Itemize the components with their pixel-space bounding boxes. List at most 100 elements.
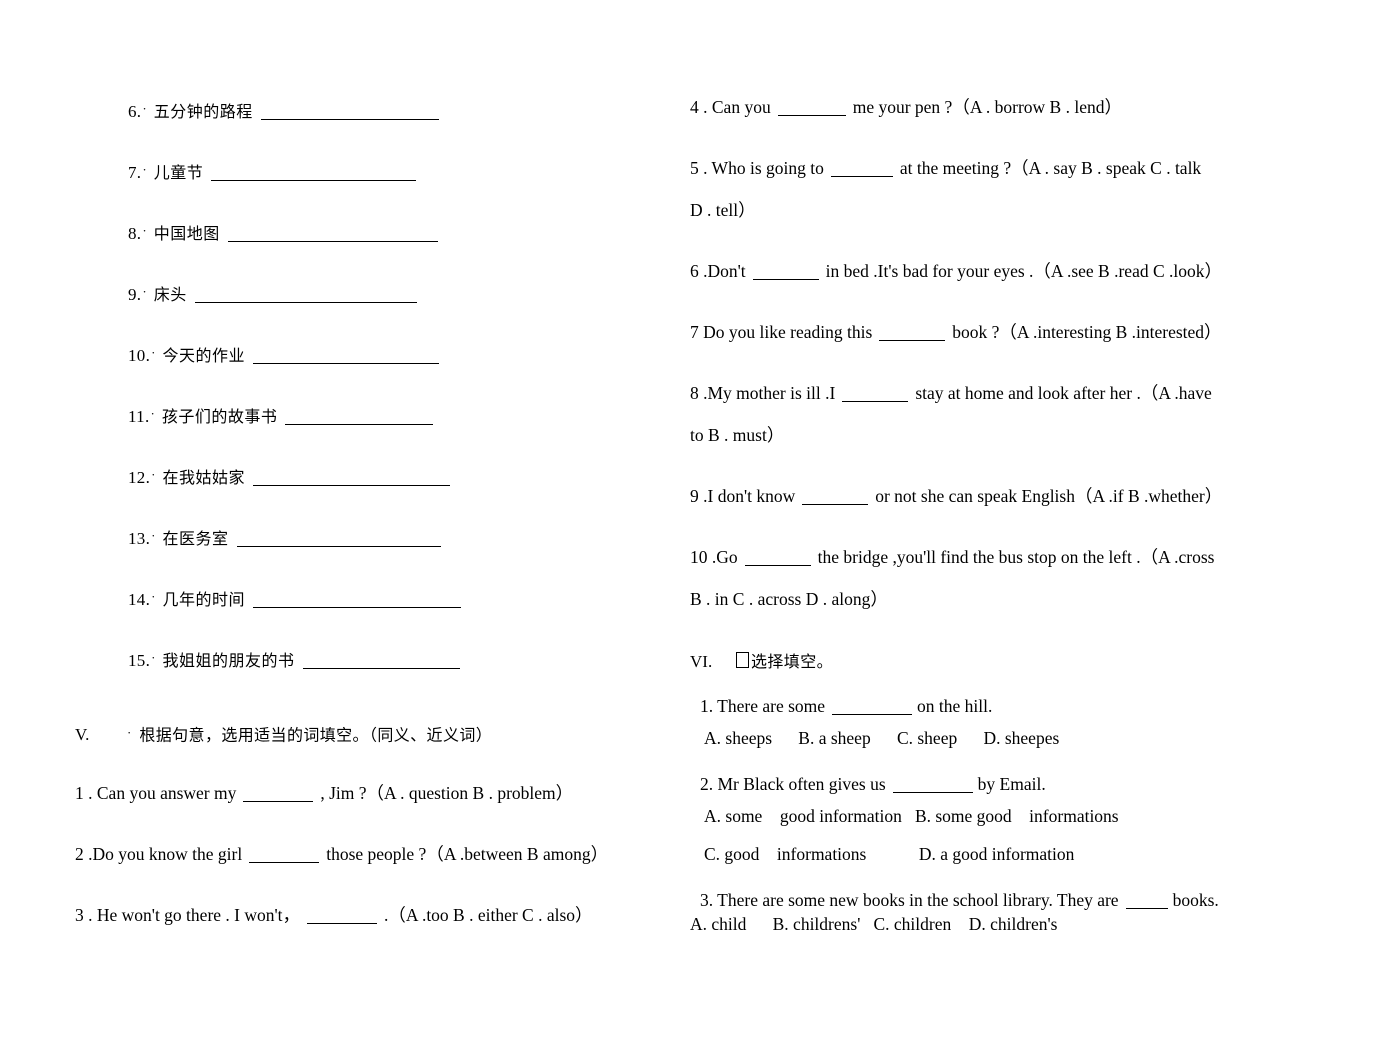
question-text-after-blank: book ?（A .interesting B .interested） — [952, 322, 1222, 342]
question-continuation-line: D . tell） — [690, 200, 756, 220]
bullet-icon: · — [150, 406, 155, 421]
translation-item-prompt: 我姐姐的朋友的书 — [162, 650, 295, 670]
bullet-icon: · — [142, 162, 147, 177]
left-column: 6.· 五分钟的路程 7.· 儿童节 8.· 中国地图 9.· 床头 10.· 今天的作业 11.·… — [75, 96, 715, 965]
question-item: 7 Do you like reading this book ?（A .inte… — [690, 321, 1350, 344]
answer-blank[interactable] — [253, 606, 462, 608]
answer-blank[interactable] — [249, 862, 320, 864]
translation-item-prompt: 儿童节 — [153, 162, 204, 182]
section-vi-question-list: 1. There are some on the hill. A. sheeps B… — [690, 693, 1350, 935]
translation-item-prompt: 在医务室 — [162, 528, 229, 548]
question-text-before-blank: 5 . Who is going to — [690, 158, 824, 178]
answer-blank[interactable] — [752, 279, 819, 280]
answer-blank[interactable] — [243, 801, 314, 803]
translation-item: 14.· 几年的时间 — [75, 584, 715, 645]
translation-item: 6.· 五分钟的路程 — [75, 96, 715, 157]
mc-stem-after-blank: by Email. — [977, 774, 1046, 794]
translation-item: 15.· 我姐姐的朋友的书 — [75, 645, 715, 706]
question-text-before-blank: 6 .Don't — [690, 261, 746, 281]
mc-stem-after-blank: books. — [1172, 890, 1219, 910]
mc-stem-after-blank: on the hill. — [917, 696, 993, 716]
question-text-after-blank: in bed .It's bad for your eyes .（A .see … — [825, 261, 1222, 281]
section-v-numeral: V. — [75, 725, 90, 745]
answer-blank[interactable] — [194, 301, 417, 303]
section-vi-title: 选择填空。 — [751, 652, 834, 671]
answer-blank[interactable] — [802, 504, 869, 505]
missing-glyph-icon — [736, 652, 749, 668]
question-item: 4 . Can you me your pen ?（A . borrow B . … — [690, 96, 1350, 119]
answer-blank[interactable] — [1125, 908, 1168, 909]
answer-blank[interactable] — [285, 423, 434, 425]
bullet-icon: · — [151, 467, 156, 482]
mc-stem-before-blank: 2. Mr Black often gives us — [700, 774, 886, 794]
answer-blank[interactable] — [236, 545, 441, 547]
translation-item-number: 9. — [128, 284, 142, 304]
answer-blank[interactable] — [830, 176, 893, 177]
mc-question-item: 2. Mr Black often gives us by Email. A. so… — [700, 771, 1350, 873]
question-item: 5 . Who is going to at the meeting ?（A . … — [690, 157, 1350, 222]
bullet-icon: · — [151, 650, 156, 665]
answer-blank[interactable] — [227, 240, 438, 242]
answer-blank[interactable] — [260, 118, 439, 120]
question-item: 10 .Go the bridge ,you'll find the bus st… — [690, 546, 1350, 611]
mc-stem-before-blank: 3. There are some new books in the schoo… — [700, 890, 1119, 910]
mc-options-line[interactable]: A. child B. childrens' C. children D. ch… — [690, 913, 1350, 935]
section-v-question-list-left: 1 . Can you answer my , Jim ?（A . questio… — [75, 782, 715, 927]
question-text-before-blank: 2 .Do you know the girl — [75, 844, 243, 865]
section-vi-heading: VI. 选择填空。 — [690, 649, 1350, 675]
question-text-before-blank: 4 . Can you — [690, 97, 771, 117]
answer-blank[interactable] — [302, 667, 460, 669]
translation-item: 10.· 今天的作业 — [75, 340, 715, 401]
mc-options-line[interactable]: A. sheeps B. a sheep C. sheep D. sheepes — [704, 719, 1350, 757]
question-item: 3 . He won't go there . I won't， .（A .too… — [75, 904, 715, 927]
mc-options-line[interactable]: C. good informations D. a good informati… — [704, 835, 1350, 873]
answer-blank[interactable] — [892, 792, 973, 793]
question-text-after-blank: or not she can speak English（A .if B .wh… — [875, 486, 1223, 506]
section-v-question-list-right: 4 . Can you me your pen ?（A . borrow B . … — [690, 96, 1350, 611]
translation-item-number: 12. — [128, 467, 151, 487]
translation-item-number: 7. — [128, 162, 142, 182]
answer-blank[interactable] — [211, 179, 417, 181]
bullet-icon: · — [151, 345, 156, 360]
answer-blank[interactable] — [253, 484, 451, 486]
worksheet-page: 6.· 五分钟的路程 7.· 儿童节 8.· 中国地图 9.· 床头 10.· 今天的作业 11.·… — [0, 0, 1399, 1058]
translation-item-prompt: 床头 — [153, 284, 187, 304]
bullet-icon: · — [142, 284, 147, 299]
bullet-icon: · — [151, 528, 156, 543]
mc-options-line[interactable]: A. some good information B. some good in… — [704, 797, 1350, 835]
translation-item: 8.· 中国地图 — [75, 218, 715, 279]
bullet-icon: · — [142, 223, 147, 238]
translation-item: 12.· 在我姑姑家 — [75, 462, 715, 523]
question-text-after-blank: , Jim ?（A . question B . problem） — [320, 783, 574, 804]
bullet-icon: · — [142, 101, 147, 116]
answer-blank[interactable] — [307, 923, 378, 925]
section-v-heading: V. · 根据句意，选用适当的词填空。（同义、近义词） — [75, 720, 715, 748]
translation-item-prompt: 在我姑姑家 — [162, 467, 246, 487]
question-text-after-blank: those people ?（A .between B among） — [326, 844, 609, 865]
answer-blank[interactable] — [744, 565, 811, 566]
translation-item: 7.· 儿童节 — [75, 157, 715, 218]
question-text-before-blank: 8 .My mother is ill .I — [690, 383, 836, 403]
answer-blank[interactable] — [253, 362, 440, 364]
translation-item-number: 8. — [128, 223, 142, 243]
translation-item-number: 14. — [128, 589, 151, 609]
question-text-before-blank: 10 .Go — [690, 547, 738, 567]
mc-stem-before-blank: 1. There are some — [700, 696, 826, 716]
answer-blank[interactable] — [832, 714, 913, 715]
answer-blank[interactable] — [842, 401, 909, 402]
section-v-title: 根据句意，选用适当的词填空。（同义、近义词） — [139, 725, 493, 745]
answer-blank[interactable] — [777, 115, 846, 116]
translation-item-number: 13. — [128, 528, 151, 548]
question-text-after-blank: the bridge ,you'll find the bus stop on … — [817, 547, 1215, 567]
answer-blank[interactable] — [879, 340, 946, 341]
bullet-icon: · — [151, 589, 156, 604]
translation-item-prompt: 五分钟的路程 — [153, 101, 253, 121]
right-column: 4 . Can you me your pen ?（A . borrow B . … — [690, 96, 1350, 949]
mc-question-item: 1. There are some on the hill. A. sheeps B… — [700, 693, 1350, 757]
section-vi-numeral: VI. — [690, 652, 713, 671]
question-item: 6 .Don't in bed .It's bad for your eyes .… — [690, 260, 1350, 283]
question-item: 1 . Can you answer my , Jim ?（A . questio… — [75, 782, 715, 805]
translation-item-prompt: 几年的时间 — [162, 589, 246, 609]
translation-item-prompt: 中国地图 — [153, 223, 220, 243]
question-text-after-blank: .（A .too B . either C . also） — [384, 905, 593, 926]
